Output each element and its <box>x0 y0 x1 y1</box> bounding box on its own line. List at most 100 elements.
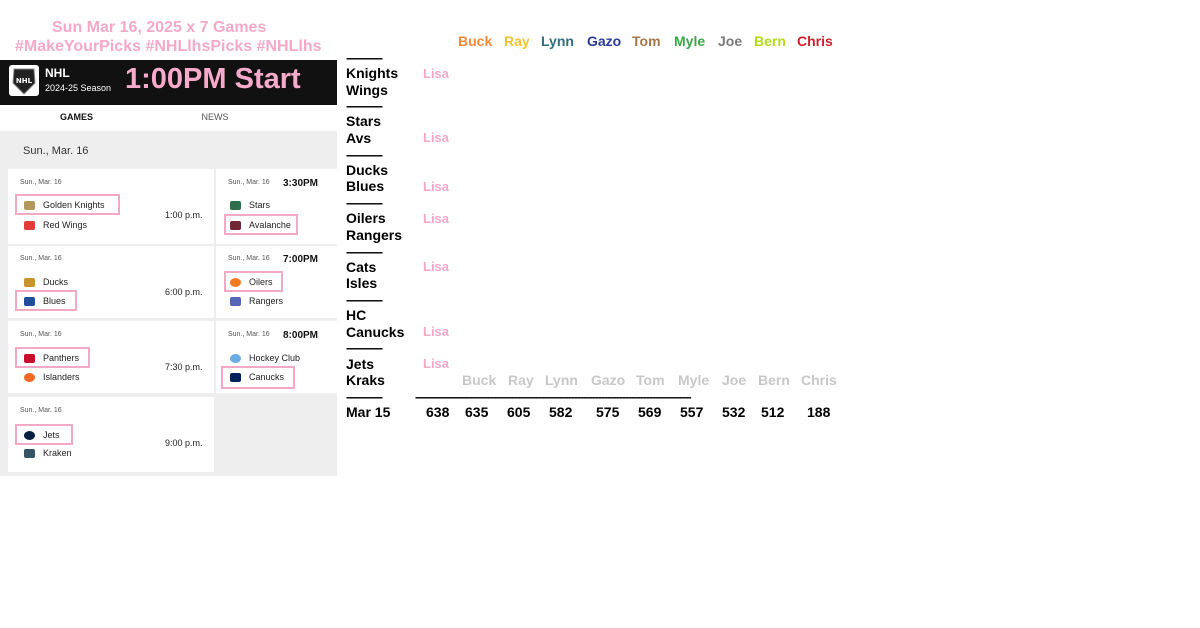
oilers-logo-icon <box>230 278 241 288</box>
score-gazo: 575 <box>596 404 620 420</box>
game-card-ana-stl[interactable]: Sun., Mar. 16 Ducks Blues 6:00 p.m. <box>8 246 214 318</box>
tab-games[interactable]: GAMES <box>8 105 145 133</box>
standings-name-myle: Myle <box>678 372 710 388</box>
matchup-team-b: Wings <box>346 82 388 98</box>
matchup-team-b: Blues <box>346 178 385 194</box>
team-row: Blues <box>24 296 66 307</box>
picker-header-ray: Ray <box>504 33 530 49</box>
pick-lisa: Lisa <box>423 259 450 274</box>
team-row: Hockey Club <box>230 353 301 364</box>
picker-header-myle: Myle <box>674 33 706 49</box>
game-time: 6:00 p.m. <box>165 287 203 297</box>
jets-logo-icon <box>24 431 35 441</box>
separator: ------------ <box>346 245 383 259</box>
matchup-team-a: Jets <box>346 356 375 372</box>
header-date-line: Sun Mar 16, 2025 x 7 Games <box>52 19 267 36</box>
game-time: 9:00 p.m. <box>165 438 203 448</box>
score-chris: 188 <box>807 404 831 420</box>
score-lynn: 582 <box>549 404 573 420</box>
pick-lisa: Lisa <box>423 211 450 226</box>
game-time: 3:30PM <box>283 178 319 189</box>
separator: ------------ <box>346 148 383 162</box>
game-date: Sun., Mar. 16 <box>20 407 62 414</box>
score-buck: 635 <box>465 404 489 420</box>
game-card-fla-nyi[interactable]: Sun., Mar. 16 Panthers Islanders 7:30 p.… <box>8 321 214 393</box>
hockey-club-logo-icon <box>230 354 241 364</box>
pick-lisa: Lisa <box>423 66 450 81</box>
game-card-edm-nyr[interactable]: Sun., Mar. 16 7:00PM Oilers Rangers <box>216 246 337 318</box>
separator: ------------ <box>346 341 383 355</box>
score-joe: 532 <box>722 404 746 420</box>
team-row: Red Wings <box>24 220 88 231</box>
game-card-vgk-det[interactable]: Sun., Mar. 16 Golden Knights Red Wings 1… <box>8 169 214 244</box>
picker-header-joe: Joe <box>718 33 743 49</box>
start-time-banner: 1:00PM Start <box>125 63 301 95</box>
team-row: Ducks <box>24 277 68 288</box>
date-heading: Sun., Mar. 16 <box>23 145 89 157</box>
game-date: Sun., Mar. 16 <box>228 331 270 338</box>
team-name: Golden Knights <box>43 200 105 210</box>
pick-lisa: Lisa <box>423 130 450 145</box>
game-date: Sun., Mar. 16 <box>20 331 62 338</box>
matchup-team-b: Canucks <box>346 324 405 340</box>
standings-name-ray: Ray <box>508 372 534 388</box>
standings-name-chris: Chris <box>801 372 837 388</box>
picker-header-bern: Bern <box>754 33 786 49</box>
team-row: Oilers <box>230 277 273 288</box>
separator: ------------ <box>346 390 383 404</box>
nhl-season: 2024-25 Season <box>45 83 112 93</box>
separator: ------------ <box>346 51 383 65</box>
score-bern: 512 <box>761 404 785 420</box>
matchup-team-b: Rangers <box>346 227 403 243</box>
red-wings-logo-icon <box>24 221 35 231</box>
separator: ------------ <box>346 196 383 210</box>
team-name: Stars <box>249 200 271 210</box>
tab-bar: GAMES NEWS <box>8 105 337 133</box>
matchup-team-a: Knights <box>346 65 399 81</box>
separator: ------------ <box>346 99 383 113</box>
game-date: Sun., Mar. 16 <box>228 179 270 186</box>
team-name: Kraken <box>43 448 72 458</box>
matchup-team-b: Isles <box>346 275 378 291</box>
golden-knights-logo-icon <box>24 201 35 211</box>
picker-header-lynn: Lynn <box>541 33 574 49</box>
team-name: Red Wings <box>43 220 88 230</box>
team-name: Hockey Club <box>249 353 301 363</box>
game-card-uta-van[interactable]: Sun., Mar. 16 8:00PM Hockey Club Canucks <box>216 321 337 393</box>
matchup-team-b: Kraks <box>346 372 385 388</box>
team-row: Avalanche <box>230 220 291 231</box>
pick-lisa: Lisa <box>423 356 450 371</box>
matchup-team-a: HC <box>346 307 367 323</box>
picker-header-buck: Buck <box>458 33 493 49</box>
picker-header-gazo: Gazo <box>587 33 622 49</box>
team-row: Golden Knights <box>24 200 105 211</box>
team-row: Rangers <box>230 296 284 307</box>
nhl-title: NHL <box>45 66 70 80</box>
score-lisa: 638 <box>426 404 450 420</box>
team-row: Stars <box>230 200 271 211</box>
standings-name-gazo: Gazo <box>591 372 626 388</box>
standings-name-tom: Tom <box>636 372 665 388</box>
header-hashtags: #MakeYourPicks #NHLlhsPicks #NHLlhs <box>15 38 322 55</box>
game-date: Sun., Mar. 16 <box>228 255 270 262</box>
avalanche-logo-icon <box>230 221 241 231</box>
game-card-dal-col[interactable]: Sun., Mar. 16 3:30PM Stars Avalanche <box>216 169 337 244</box>
tab-news[interactable]: NEWS <box>145 105 285 131</box>
team-name: Oilers <box>249 277 273 287</box>
team-name: Blues <box>43 296 66 306</box>
picker-header-tom: Tom <box>632 33 661 49</box>
svg-text:NHL: NHL <box>16 77 33 85</box>
matchup-team-a: Oilers <box>346 210 386 226</box>
matchup-team-a: Ducks <box>346 162 389 178</box>
team-row: Jets <box>24 430 60 441</box>
team-name: Avalanche <box>249 220 291 230</box>
score-myle: 557 <box>680 404 704 420</box>
team-name: Canucks <box>249 372 285 382</box>
team-name: Rangers <box>249 296 284 306</box>
ducks-logo-icon <box>24 278 35 288</box>
team-row: Canucks <box>230 372 285 383</box>
game-card-wpg-sea[interactable]: Sun., Mar. 16 Jets Kraken 9:00 p.m. <box>8 397 214 472</box>
matchup-team-a: Stars <box>346 113 382 129</box>
team-row: Kraken <box>24 448 72 459</box>
game-time: 8:00PM <box>283 330 319 341</box>
